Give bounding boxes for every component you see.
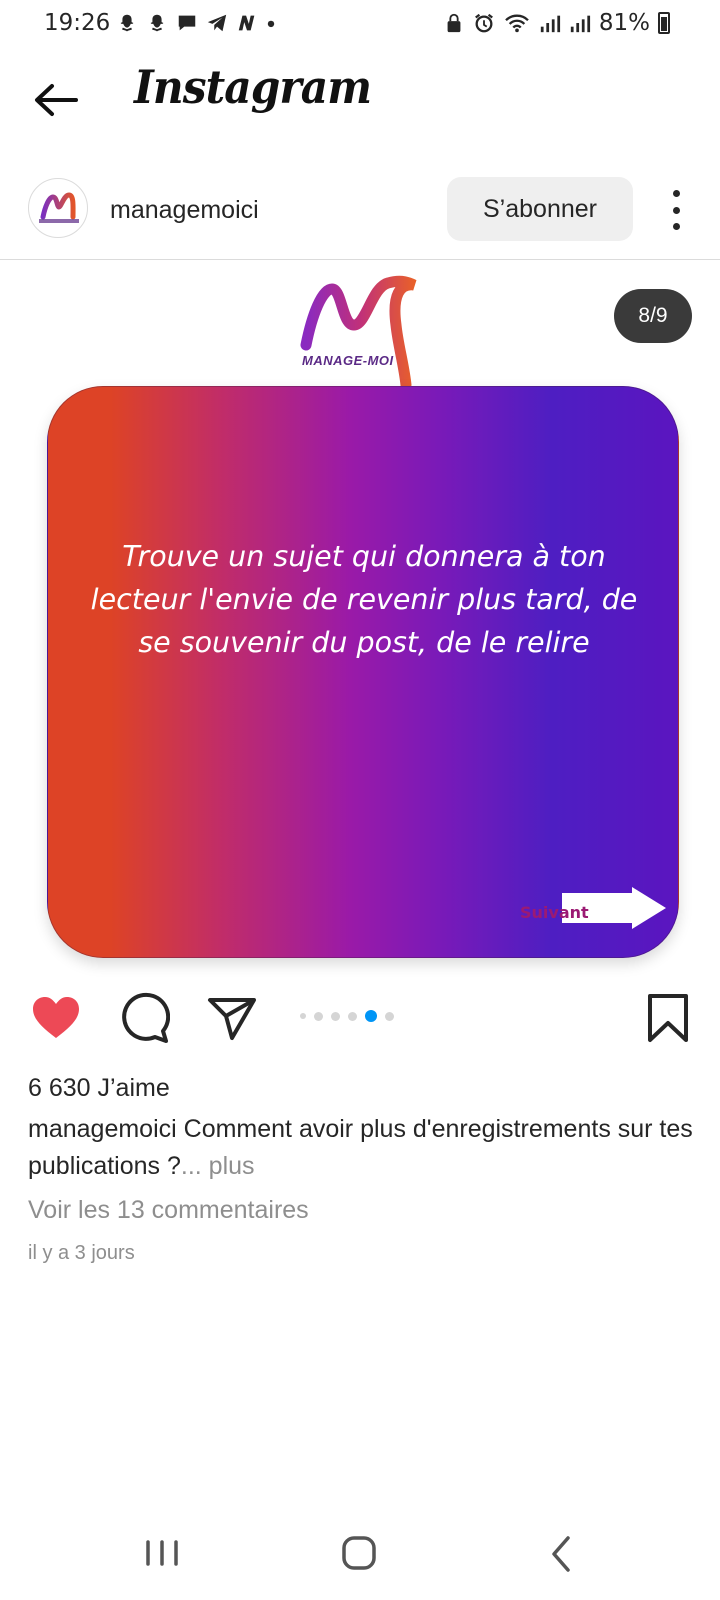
bookmark-icon[interactable] <box>642 992 694 1044</box>
manage-moi-logo <box>300 275 417 391</box>
n-app-icon <box>238 15 255 31</box>
status-time: 19:26 <box>44 10 111 36</box>
caption-more-link[interactable]: ... plus <box>181 1152 255 1180</box>
app-header: Instagram <box>0 58 720 142</box>
status-bar: 19:26 81% <box>0 0 720 52</box>
carousel-dot <box>314 1011 323 1021</box>
carousel-dot <box>348 1011 357 1021</box>
caption-username[interactable]: managemoici <box>28 1115 177 1143</box>
snapchat-icon <box>150 14 164 32</box>
post-media[interactable]: MANAGE-MOI 8/9 Trouve un sujet qui donne… <box>0 261 720 981</box>
lock-icon <box>447 13 461 33</box>
avatar[interactable] <box>28 178 88 238</box>
recents-icon[interactable] <box>138 1530 186 1578</box>
back-icon[interactable] <box>540 1530 588 1578</box>
likes-count[interactable]: 6 630 J’aime <box>28 1074 170 1103</box>
follow-button[interactable]: S’abonner <box>447 177 633 241</box>
carousel-dot-active <box>365 1010 377 1022</box>
more-dot <box>672 223 680 230</box>
slide-text: Trouve un sujet qui donnera à ton lecteu… <box>90 540 638 659</box>
notification-icons <box>116 12 276 34</box>
heart-icon[interactable] <box>30 992 82 1044</box>
view-comments-link[interactable]: Voir les 13 commentaires <box>28 1196 309 1225</box>
more-dot <box>672 190 680 197</box>
slide-counter: 8/9 <box>614 289 692 343</box>
more-options-icon[interactable] <box>664 190 688 230</box>
logo-text: MANAGE-MOI <box>302 353 394 368</box>
action-bar <box>0 992 720 1052</box>
carousel-dot <box>385 1011 394 1021</box>
arrow-left-icon[interactable] <box>30 78 80 122</box>
telegram-icon <box>207 14 227 32</box>
comment-icon[interactable] <box>118 992 170 1044</box>
android-nav-bar <box>0 1510 720 1600</box>
signal-icon <box>540 15 560 33</box>
carousel-dots <box>300 1010 394 1022</box>
app-title: Instagram <box>134 60 372 114</box>
carousel-dot <box>300 1013 306 1019</box>
battery-percent: 81% <box>598 10 650 36</box>
alarm-icon <box>474 13 493 33</box>
home-icon[interactable] <box>338 1530 386 1578</box>
battery-icon <box>658 12 670 34</box>
slide-card: Trouve un sujet qui donnera à ton lecteu… <box>47 386 679 958</box>
brand-logo-icon <box>39 192 79 223</box>
status-right: 81% <box>443 10 670 36</box>
snapchat-icon <box>120 14 134 32</box>
carousel-dot <box>331 1011 340 1021</box>
share-icon[interactable] <box>206 992 258 1044</box>
dot-icon <box>267 20 275 28</box>
more-dot <box>672 206 680 214</box>
wifi-icon <box>505 14 529 33</box>
message-icon <box>178 15 196 31</box>
caption[interactable]: managemoici Comment avoir plus d'enregis… <box>28 1111 698 1185</box>
next-label: Suivant <box>520 903 589 922</box>
post-header: managemoici S’abonner <box>0 168 720 260</box>
post-username[interactable]: managemoici <box>110 196 259 225</box>
signal-icon <box>570 15 590 33</box>
post-timestamp: il y a 3 jours <box>28 1242 135 1264</box>
